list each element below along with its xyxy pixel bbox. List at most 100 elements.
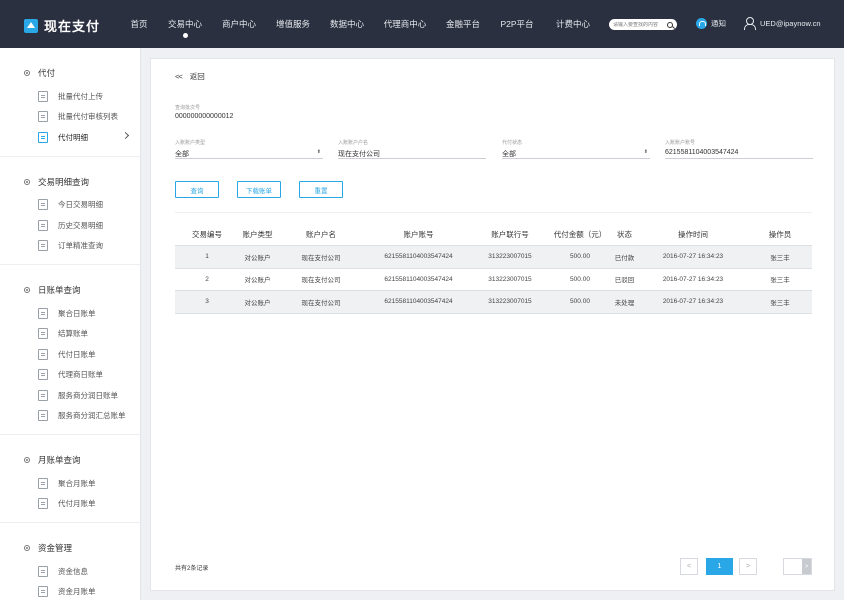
field-label: 入账账户账号 bbox=[665, 140, 696, 146]
sidebar-item[interactable]: 代理商日账单 bbox=[0, 365, 140, 386]
search-box[interactable] bbox=[609, 19, 677, 30]
sidebar-item[interactable]: 代付明细 bbox=[0, 127, 140, 148]
sidebar-item-label: 服务商分润日账单 bbox=[58, 390, 118, 400]
document-icon bbox=[38, 328, 48, 340]
chevron-right-icon bbox=[121, 131, 130, 140]
table-cell: 313223007015 bbox=[488, 298, 532, 306]
filter-account-number[interactable]: 入账账户账号 6215581104003547424 bbox=[665, 139, 813, 159]
divider bbox=[175, 212, 812, 213]
reset-button[interactable]: 重置 bbox=[299, 181, 343, 198]
user-email: UED@ipaynow.cn bbox=[760, 18, 821, 28]
document-icon bbox=[38, 498, 48, 510]
group-bullet-icon bbox=[24, 457, 30, 463]
nav-item-0[interactable]: 首页 bbox=[120, 0, 158, 48]
sidebar-item[interactable]: 资金信息 bbox=[0, 561, 140, 582]
table-cell: 3 bbox=[205, 298, 209, 306]
sidebar-item-label: 代付明细 bbox=[58, 132, 88, 142]
table-row[interactable]: 3 对公账户 现在支付公司 6215581104003547424 3132230070… bbox=[175, 291, 812, 314]
sidebar-group-title[interactable]: 代付 bbox=[0, 60, 140, 86]
table-cell: 2016-07-27 16:34:23 bbox=[662, 275, 724, 283]
sidebar-item-label: 代付月账单 bbox=[58, 499, 96, 509]
document-icon bbox=[38, 199, 48, 211]
logo-icon bbox=[24, 18, 38, 33]
notice-label: 通知 bbox=[711, 19, 726, 28]
nav-item-5[interactable]: 代理商中心 bbox=[374, 0, 436, 48]
table-row[interactable]: 2 对公账户 现在支付公司 6215581104003547424 3132230070… bbox=[175, 269, 812, 291]
sidebar-item[interactable]: 聚合日账单 bbox=[0, 303, 140, 324]
select-arrow-icon: ⬍ bbox=[643, 149, 648, 155]
page-jump-input[interactable] bbox=[784, 559, 803, 574]
sidebar-item[interactable]: 代付月账单 bbox=[0, 494, 140, 515]
sidebar-group: 日账单查询聚合日账单 结算账单代付日账单代理商日账单服务商分润日账单服务商分润汇总… bbox=[0, 265, 140, 435]
group-title-label: 资金管理 bbox=[38, 543, 73, 553]
sidebar-group-title[interactable]: 月账单查询 bbox=[0, 447, 140, 473]
nav-item-6[interactable]: 金融平台 bbox=[436, 0, 490, 48]
sidebar-item-label: 历史交易明细 bbox=[58, 220, 103, 230]
sidebar-group: 月账单查询 聚合月账单代付月账单 bbox=[0, 435, 140, 523]
user-menu[interactable]: UED@ipaynow.cn bbox=[744, 17, 821, 30]
sidebar-item[interactable]: 订单精准查询 bbox=[0, 236, 140, 257]
sidebar-item[interactable]: 服务商分润汇总账单 bbox=[0, 406, 140, 427]
sidebar-item[interactable]: 资金月账单 bbox=[0, 582, 140, 600]
table-cell: 已付款 bbox=[614, 254, 635, 262]
group-bullet-icon bbox=[24, 287, 30, 293]
sidebar-group-title[interactable]: 日账单查询 bbox=[0, 277, 140, 303]
group-title-label: 交易明细查询 bbox=[38, 176, 90, 187]
prev-page-button[interactable]: < bbox=[680, 558, 698, 575]
next-page-button[interactable]: > bbox=[739, 558, 757, 575]
download-bill-button[interactable]: 下载账单 bbox=[237, 181, 281, 198]
column-header: 账户户名 bbox=[306, 230, 336, 239]
sidebar-item[interactable]: 批量代付审核列表 bbox=[0, 107, 140, 128]
table-cell: 现在支付公司 bbox=[301, 254, 341, 262]
sidebar-item[interactable]: 历史交易明细 bbox=[0, 215, 140, 236]
table-cell: 张三丰 bbox=[770, 254, 790, 262]
sidebar-item[interactable]: 聚合月账单 bbox=[0, 473, 140, 494]
table-row[interactable]: 1 对公账户 现在支付公司 6215581104003547424 3132230070… bbox=[175, 246, 812, 269]
field-label: 入账账户类型 bbox=[175, 140, 206, 146]
search-input[interactable] bbox=[613, 21, 665, 28]
sidebar-group-title[interactable]: 资金管理 bbox=[0, 535, 140, 561]
field-value: 6215581104003547424 bbox=[665, 149, 739, 156]
filter-account-name[interactable]: 入账账户户名 现在支付公司 bbox=[338, 139, 486, 159]
sidebar: 代付 批量代付上传批量代付审核列表 代付明细交易明细查询今日交易明细历史交易明细订单… bbox=[0, 48, 141, 600]
nav-item-1[interactable]: 交易中心 bbox=[158, 0, 212, 48]
sidebar-item[interactable]: 服务商分润日账单 bbox=[0, 385, 140, 406]
document-icon bbox=[38, 219, 48, 231]
table-header: 交易编号 账户类型 账户户名 账户账号 账户联行号 代付金额（元） 状态 操作时间 操作员 bbox=[175, 224, 812, 246]
sidebar-item[interactable]: 结算账单 bbox=[0, 324, 140, 345]
nav-item-2[interactable]: 商户中心 bbox=[212, 0, 266, 48]
table-cell: 对公账户 bbox=[244, 254, 271, 262]
table-cell: 对公账户 bbox=[244, 299, 271, 307]
nav-item-3[interactable]: 增值服务 bbox=[266, 0, 320, 48]
notice-link[interactable]: 通知 bbox=[696, 18, 726, 29]
page-jump-button[interactable]: > bbox=[802, 559, 811, 574]
nav-item-7[interactable]: P2P平台 bbox=[490, 0, 544, 48]
sidebar-item[interactable]: 代付日账单 bbox=[0, 344, 140, 365]
query-button[interactable]: 查询 bbox=[175, 181, 219, 198]
document-icon bbox=[38, 369, 48, 381]
brand-logo[interactable]: 现在支付 bbox=[24, 16, 100, 35]
page-1-button[interactable]: 1 bbox=[706, 558, 733, 575]
table-cell: 2016-07-27 16:34:23 bbox=[662, 253, 724, 261]
filter-status[interactable]: 代付状态 全部 ⬍ bbox=[502, 139, 650, 159]
sidebar-group-title[interactable]: 交易明细查询 bbox=[0, 169, 140, 195]
sidebar-item[interactable]: 今日交易明细 bbox=[0, 195, 140, 216]
sidebar-item[interactable]: 批量代付上传 bbox=[0, 86, 140, 107]
document-icon bbox=[38, 111, 48, 123]
group-title-label: 日账单查询 bbox=[38, 285, 81, 295]
field-label: 代付状态 bbox=[502, 140, 523, 146]
group-bullet-icon bbox=[24, 70, 30, 76]
back-label: 返回 bbox=[189, 72, 205, 81]
back-link[interactable]: << 返回 bbox=[175, 71, 205, 82]
sidebar-item-label: 代付日账单 bbox=[58, 349, 96, 359]
document-icon bbox=[38, 348, 48, 360]
notification-icon bbox=[696, 18, 707, 29]
sidebar-item-label: 批量代付审核列表 bbox=[58, 112, 118, 122]
back-arrows-icon: << bbox=[175, 72, 183, 81]
nav-item-8[interactable]: 计费中心 bbox=[544, 0, 602, 48]
filter-account-type[interactable]: 入账账户类型 全部 ⬍ bbox=[175, 139, 323, 159]
table-cell: 500.00 bbox=[570, 298, 590, 306]
table-cell: 2 bbox=[205, 275, 209, 283]
nav-item-4[interactable]: 数据中心 bbox=[320, 0, 374, 48]
search-icon[interactable] bbox=[667, 21, 673, 28]
